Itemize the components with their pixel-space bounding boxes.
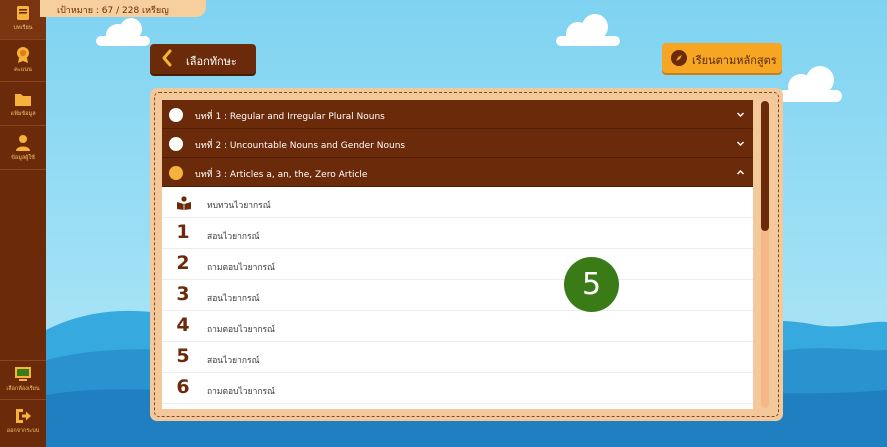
- book-icon: [17, 6, 29, 20]
- sidebar-item-label: ออกจากระบบ: [6, 428, 40, 434]
- scrollbar-thumb[interactable]: [761, 101, 769, 231]
- chapter-row[interactable]: บทที่ 3 : Articles a, an, the, Zero Arti…: [162, 158, 753, 187]
- list-scrollbar[interactable]: [761, 101, 769, 408]
- sidebar-item-label: เลือกห้องเรียน: [6, 386, 40, 392]
- chevron-left-icon: [162, 49, 172, 67]
- lesson-item[interactable]: 1 สอนไวยากรณ์: [162, 218, 753, 249]
- status-dot-icon: [169, 108, 183, 122]
- goal-text: เป้าหมาย : 67 / 228 เหรียญ: [57, 6, 169, 16]
- lesson-label: สอนไวยากรณ์: [207, 232, 260, 242]
- lesson-label: ทบทวนไวยากรณ์: [207, 201, 271, 211]
- goal-counter: เป้าหมาย : 67 / 228 เหรียญ: [40, 0, 206, 17]
- lesson-label: ถามตอบไวยากรณ์: [207, 325, 275, 335]
- cloud: [96, 18, 150, 46]
- logout-icon: [16, 409, 31, 423]
- lesson-label: สอนไวยากรณ์: [207, 356, 260, 366]
- chapter-title: บทที่ 2 : Uncountable Nouns and Gender N…: [195, 141, 406, 151]
- lesson-number: 5: [176, 345, 190, 367]
- chevron-down-icon: [737, 112, 744, 117]
- chapter-title: บทที่ 1 : Regular and Irregular Plural N…: [195, 112, 385, 122]
- status-dot-icon: [169, 166, 183, 180]
- lesson-item[interactable]: 2 ถามตอบไวยากรณ์: [162, 249, 753, 280]
- lesson-item[interactable]: 5 สอนไวยากรณ์: [162, 342, 753, 373]
- status-dot-icon: [169, 137, 183, 151]
- lesson-number: 2: [176, 252, 190, 274]
- chevron-down-icon: [737, 141, 744, 146]
- sidebar-item-classroom[interactable]: เลือกห้องเรียน: [0, 360, 46, 400]
- sidebar-item-label: บทเรียน: [13, 25, 33, 31]
- sidebar-item-label: ข้อมูลผู้ใช้: [11, 155, 35, 161]
- reading-book-icon: [177, 196, 191, 210]
- folder-icon: [15, 94, 31, 106]
- number-badge: 5: [564, 257, 619, 312]
- lesson-item[interactable]: 4 ถามตอบไวยากรณ์: [162, 311, 753, 342]
- sidebar-item-score[interactable]: คะแนน: [0, 42, 46, 82]
- medal-icon: [17, 47, 29, 63]
- lesson-label: ถามตอบไวยากรณ์: [207, 387, 275, 397]
- chapter-row[interactable]: บทที่ 1 : Regular and Irregular Plural N…: [162, 100, 753, 129]
- lesson-number: 6: [176, 376, 190, 398]
- user-icon: [16, 135, 30, 151]
- sidebar: บทเรียน คะแนน แฟ้มข้อมูล ข้อมูลผู้ใช้ เล…: [0, 0, 46, 447]
- lesson-label: ถามตอบไวยากรณ์: [207, 263, 275, 273]
- select-skill-label: เลือกทักษะ: [186, 55, 237, 68]
- lesson-label: สอนไวยากรณ์: [207, 294, 260, 304]
- curriculum-button[interactable]: เรียนตามหลักสูตร: [662, 43, 782, 73]
- select-skill-button[interactable]: เลือกทักษะ: [150, 44, 256, 74]
- chapter-row[interactable]: บทที่ 2 : Uncountable Nouns and Gender N…: [162, 129, 753, 158]
- lesson-number: 3: [176, 283, 190, 305]
- classroom-icon: [15, 367, 31, 381]
- sidebar-item-label: แฟ้มข้อมูล: [10, 111, 36, 117]
- lesson-item[interactable]: 3 สอนไวยากรณ์: [162, 280, 753, 311]
- sidebar-item-logout[interactable]: ออกจากระบบ: [0, 403, 46, 443]
- lesson-number: 1: [176, 221, 190, 243]
- chapter-list: บทที่ 1 : Regular and Irregular Plural N…: [162, 100, 753, 409]
- compass-icon: [671, 50, 687, 66]
- chevron-up-icon: [737, 170, 744, 175]
- sidebar-item-profile[interactable]: ข้อมูลผู้ใช้: [0, 130, 46, 170]
- sidebar-item-label: คะแนน: [14, 67, 32, 73]
- lesson-item[interactable]: 6 ถามตอบไวยากรณ์: [162, 373, 753, 404]
- curriculum-label: เรียนตามหลักสูตร: [692, 54, 777, 67]
- sidebar-item-files[interactable]: แฟ้มข้อมูล: [0, 86, 46, 126]
- cloud: [778, 66, 842, 102]
- cloud: [556, 14, 620, 46]
- lesson-number: 4: [176, 314, 190, 336]
- lesson-item[interactable]: ทบทวนไวยากรณ์: [162, 187, 753, 218]
- chapter-title: บทที่ 3 : Articles a, an, the, Zero Arti…: [195, 170, 368, 180]
